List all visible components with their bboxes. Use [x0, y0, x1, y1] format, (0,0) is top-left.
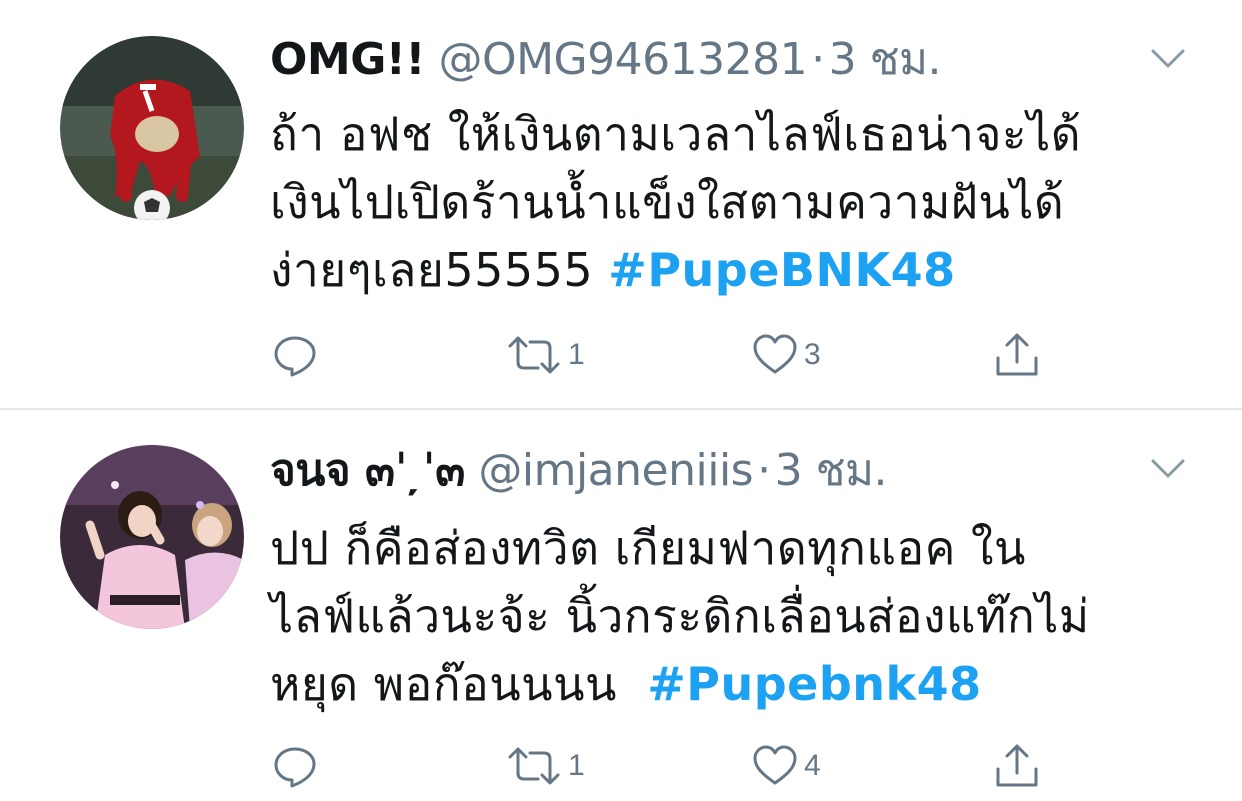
- like-button[interactable]: 3: [752, 330, 821, 380]
- timestamp[interactable]: 3 ชม.: [829, 34, 942, 85]
- heart-icon: [753, 745, 797, 785]
- reply-icon: [274, 336, 316, 377]
- like-button[interactable]: 4: [752, 741, 821, 791]
- separator: ·: [757, 445, 771, 496]
- timestamp[interactable]: 3 ชม.: [775, 445, 888, 496]
- tweet-text: ปป ก็คือส่องทวิต เกียมฟาดทุกแอค ใน ไลฟ์แ…: [270, 514, 1170, 718]
- handle[interactable]: @imjaneniiis: [478, 445, 753, 496]
- avatar-football-player-image: [60, 36, 244, 220]
- tweet-header: OMG!! @OMG94613281·3 ชม.: [270, 32, 941, 88]
- like-count: 4: [804, 749, 821, 782]
- tweet-text-line: ไลฟ์แล้วนะจ้ะ นิ้วกระดิกเลื่อนส่องแท๊กไม…: [270, 589, 1090, 643]
- display-name[interactable]: OMG!!: [270, 34, 425, 85]
- tweet-text-line: ถ้า อฟช ให้เงินตามเวลาไลฟ์เธอน่าจะได้: [270, 107, 1082, 161]
- hashtag-link[interactable]: #PupeBNK48: [608, 243, 955, 297]
- share-button[interactable]: [994, 330, 1040, 380]
- separator: ·: [811, 34, 825, 85]
- retweet-icon: [508, 336, 560, 374]
- tweet-text-line: หยุด พอก๊อนนนน #Pupebnk48: [270, 650, 1170, 718]
- tweet-text-line: ง่ายๆเลย55555 #PupeBNK48: [270, 236, 1170, 304]
- tweet-text-line: เงินไปเปิดร้านน้ำแข็งใสตามความฝันได้: [270, 175, 1065, 229]
- tweet-actions: 1 3: [0, 330, 1242, 380]
- retweet-icon: [508, 747, 560, 785]
- tweet-text: ถ้า อฟช ให้เงินตามเวลาไลฟ์เธอน่าจะได้ เง…: [270, 100, 1170, 304]
- tweet-text-segment: ง่ายๆเลย55555: [270, 243, 609, 297]
- chevron-down-icon[interactable]: [1150, 48, 1186, 70]
- retweet-count: 1: [568, 338, 585, 371]
- avatar[interactable]: [60, 445, 244, 629]
- tweet-text-line: ปป ก็คือส่องทวิต เกียมฟาดทุกแอค ใน: [270, 521, 1026, 575]
- share-icon: [996, 333, 1038, 376]
- retweet-count: 1: [568, 749, 585, 782]
- tweet-text-segment: หยุด พอก๊อนนนน: [270, 657, 648, 711]
- avatar-idol-performers-image: [60, 445, 244, 629]
- heart-icon: [753, 334, 797, 374]
- retweet-button[interactable]: 1: [506, 330, 585, 380]
- reply-button[interactable]: [272, 330, 324, 380]
- tweet-actions: 1 4: [0, 741, 1242, 791]
- chevron-down-icon[interactable]: [1150, 458, 1186, 480]
- reply-icon: [274, 747, 316, 788]
- avatar[interactable]: [60, 36, 244, 220]
- reply-button[interactable]: [272, 741, 324, 791]
- tweet[interactable]: OMG!! @OMG94613281·3 ชม. ถ้า อฟช ให้เงิน…: [0, 0, 1242, 410]
- handle[interactable]: @OMG94613281: [438, 34, 807, 85]
- retweet-button[interactable]: 1: [506, 741, 585, 791]
- hashtag-link[interactable]: #Pupebnk48: [647, 657, 981, 711]
- share-button[interactable]: [994, 741, 1040, 791]
- tweet-header: จนจ ๓ˈ ̦ˈ๓ @imjaneniiis·3 ชม.: [270, 443, 887, 499]
- display-name[interactable]: จนจ ๓ˈ ̦ˈ๓: [270, 445, 465, 496]
- tweet[interactable]: จนจ ๓ˈ ̦ˈ๓ @imjaneniiis·3 ชม. ปป ก็คือส่…: [0, 411, 1242, 801]
- share-icon: [996, 744, 1038, 787]
- tweet-divider: [0, 408, 1242, 410]
- like-count: 3: [804, 338, 821, 371]
